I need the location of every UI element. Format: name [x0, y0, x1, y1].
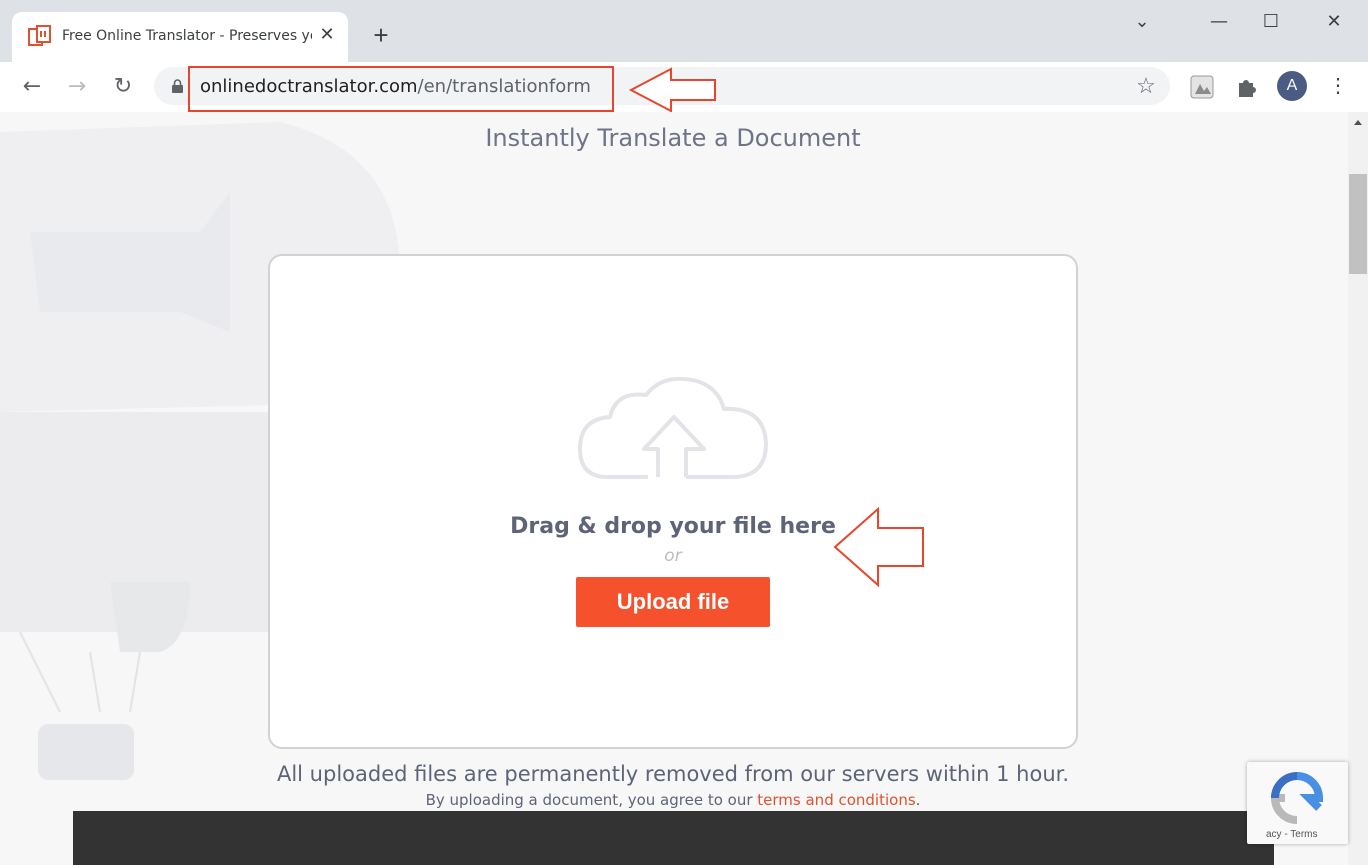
back-button[interactable]: ← [17, 72, 47, 102]
footer-bar [73, 811, 1274, 865]
annotation-arrow-left-icon [628, 67, 716, 113]
profile-avatar[interactable]: A [1277, 71, 1307, 101]
forward-button[interactable]: → [62, 72, 92, 102]
scroll-up-arrow-icon[interactable] [1353, 118, 1363, 128]
bookmark-star-icon[interactable]: ☆ [1132, 72, 1160, 100]
extension-image-icon[interactable] [1189, 74, 1215, 100]
annotation-arrow-left-icon [833, 506, 924, 588]
tab-title: Free Online Translator - Preserves yo [62, 28, 312, 44]
tab-search-icon[interactable]: ⌄ [1122, 8, 1162, 36]
extensions-puzzle-icon[interactable] [1234, 74, 1260, 100]
browser-tab[interactable]: Free Online Translator - Preserves yo ✕ [12, 12, 348, 62]
terms-suffix: . [915, 791, 921, 809]
window-close-button[interactable]: ✕ [1314, 8, 1354, 36]
lock-icon[interactable] [172, 79, 183, 93]
terms-notice: By uploading a document, you agree to ou… [0, 791, 1346, 809]
translator-favicon-icon [28, 25, 51, 46]
new-tab-button[interactable]: + [370, 22, 392, 48]
close-tab-icon[interactable]: ✕ [317, 24, 337, 44]
page-title: Instantly Translate a Document [485, 124, 861, 152]
file-removal-notice: All uploaded files are permanently remov… [276, 762, 1070, 786]
maximize-button[interactable]: ☐ [1251, 8, 1291, 36]
recaptcha-logo-icon [1270, 772, 1324, 824]
cloud-upload-icon [578, 377, 768, 479]
reload-button[interactable]: ↻ [108, 72, 138, 102]
upload-file-button[interactable]: Upload file [576, 577, 770, 627]
file-drop-zone[interactable] [268, 254, 1078, 749]
terms-prefix: By uploading a document, you agree to ou… [425, 791, 758, 809]
minimize-button[interactable]: — [1199, 8, 1239, 36]
or-label: or [664, 546, 682, 566]
browser-menu-icon[interactable]: ⋮ [1328, 72, 1348, 100]
scrollbar-thumb[interactable] [1349, 174, 1367, 274]
url-annotation-box [188, 66, 614, 112]
drag-drop-label: Drag & drop your file here [510, 514, 836, 539]
terms-link[interactable]: terms and conditions [757, 791, 915, 809]
recaptcha-privacy-terms[interactable]: acy - Terms [1266, 829, 1318, 840]
